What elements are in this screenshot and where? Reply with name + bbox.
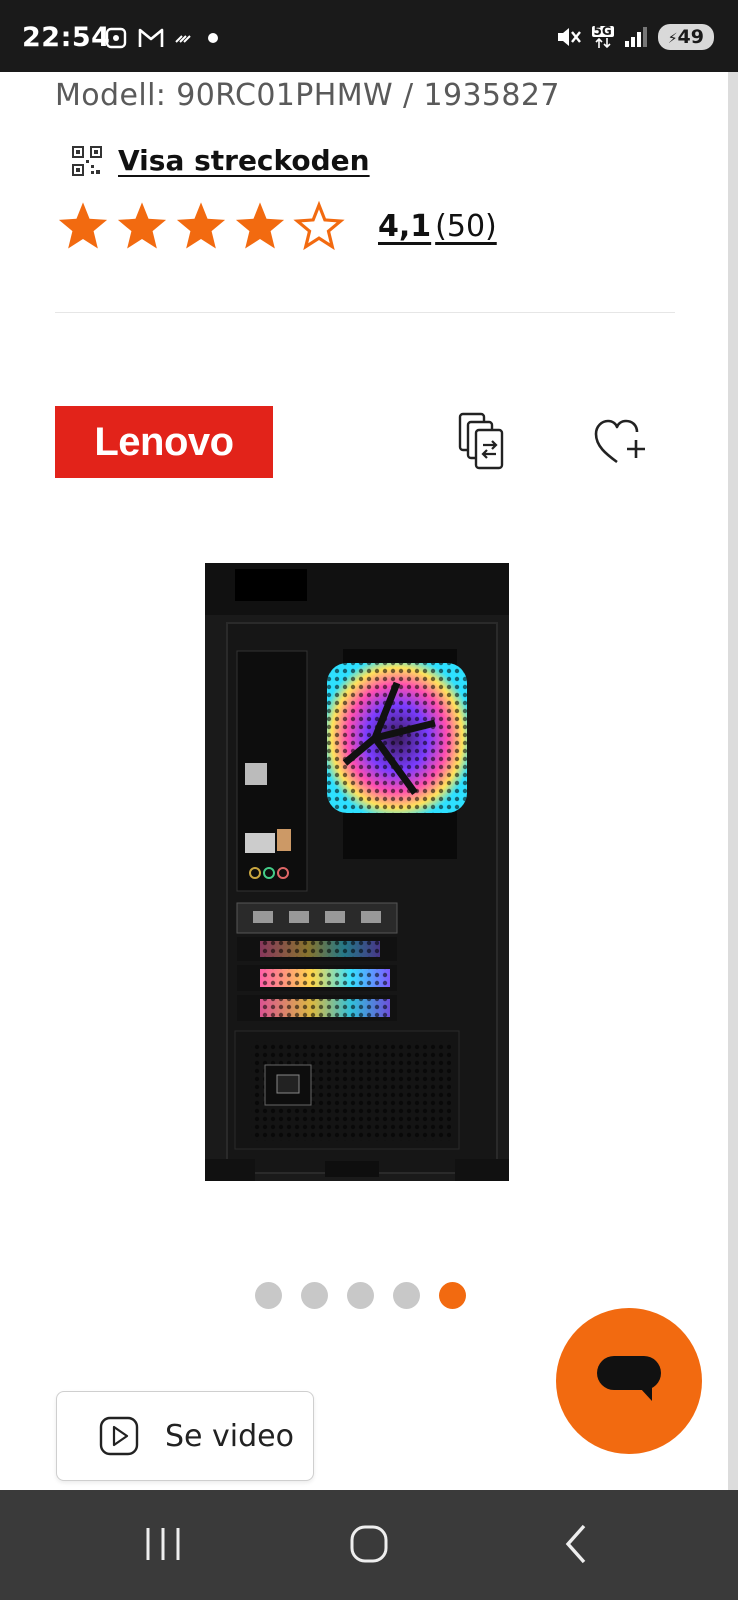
data-transfer-icon <box>595 37 611 48</box>
screenshot-icon <box>105 27 127 49</box>
status-system: 5G ⚡49 <box>556 23 714 50</box>
rating-stars <box>56 200 346 252</box>
battery-indicator: ⚡49 <box>657 24 714 50</box>
heart-plus-icon <box>594 419 645 464</box>
notification-dot-icon <box>208 33 218 43</box>
section-divider <box>55 312 675 313</box>
barcode-row[interactable]: Visa streckoden <box>72 144 370 177</box>
rating-value[interactable]: 4,1 <box>378 209 431 244</box>
recent-apps-icon <box>146 1528 180 1560</box>
missed-call-icon <box>175 35 191 43</box>
brand-logo-text: Lenovo <box>94 419 234 464</box>
compare-icon <box>458 412 504 470</box>
recent-apps-button[interactable] <box>128 1514 198 1574</box>
star-filled-icon <box>235 202 285 249</box>
carousel-dot-5-active[interactable] <box>439 1282 466 1309</box>
brand-logo[interactable]: Lenovo <box>55 406 273 478</box>
home-icon <box>350 1525 388 1563</box>
carousel-dot-2[interactable] <box>301 1282 328 1309</box>
watch-video-button[interactable]: Se video <box>56 1391 314 1481</box>
mute-icon <box>557 28 581 46</box>
pc-tower-image <box>205 563 509 1181</box>
status-bar: 22:54 5G ⚡49 <box>0 0 738 72</box>
star-filled-icon <box>58 202 108 249</box>
play-icon <box>99 1416 139 1456</box>
chat-bubble-icon <box>597 1356 661 1401</box>
review-count-link[interactable]: (50) <box>435 209 497 244</box>
system-nav-bar <box>0 1490 738 1600</box>
carousel-dot-4[interactable] <box>393 1282 420 1309</box>
network-type: 5G <box>591 23 614 38</box>
carousel-dot-1[interactable] <box>255 1282 282 1309</box>
compare-button[interactable] <box>456 410 514 472</box>
gmail-icon <box>138 28 164 47</box>
product-image[interactable] <box>205 563 515 1183</box>
back-icon <box>565 1524 586 1564</box>
back-button[interactable] <box>540 1514 610 1574</box>
status-time: 22:54 <box>22 22 111 53</box>
battery-level: 49 <box>677 26 704 48</box>
carousel-indicator <box>255 1282 466 1309</box>
star-empty-icon <box>293 200 345 251</box>
star-filled-icon <box>176 202 226 249</box>
qr-code-icon <box>72 145 102 176</box>
show-barcode-link[interactable]: Visa streckoden <box>118 144 370 177</box>
scrollbar[interactable] <box>728 72 738 1492</box>
status-notifications <box>104 26 220 50</box>
carousel-dot-3[interactable] <box>347 1282 374 1309</box>
add-to-favorites-button[interactable] <box>592 416 648 468</box>
video-button-label: Se video <box>165 1418 294 1454</box>
battery-charging-icon: ⚡ <box>667 31 678 47</box>
chat-button[interactable] <box>556 1308 702 1454</box>
home-button[interactable] <box>334 1514 404 1574</box>
star-filled-icon <box>117 202 167 249</box>
model-number: Modell: 90RC01PHMW / 1935827 <box>55 78 560 113</box>
signal-icon <box>624 27 647 47</box>
rating-row[interactable]: 4,1 (50) <box>56 200 497 252</box>
